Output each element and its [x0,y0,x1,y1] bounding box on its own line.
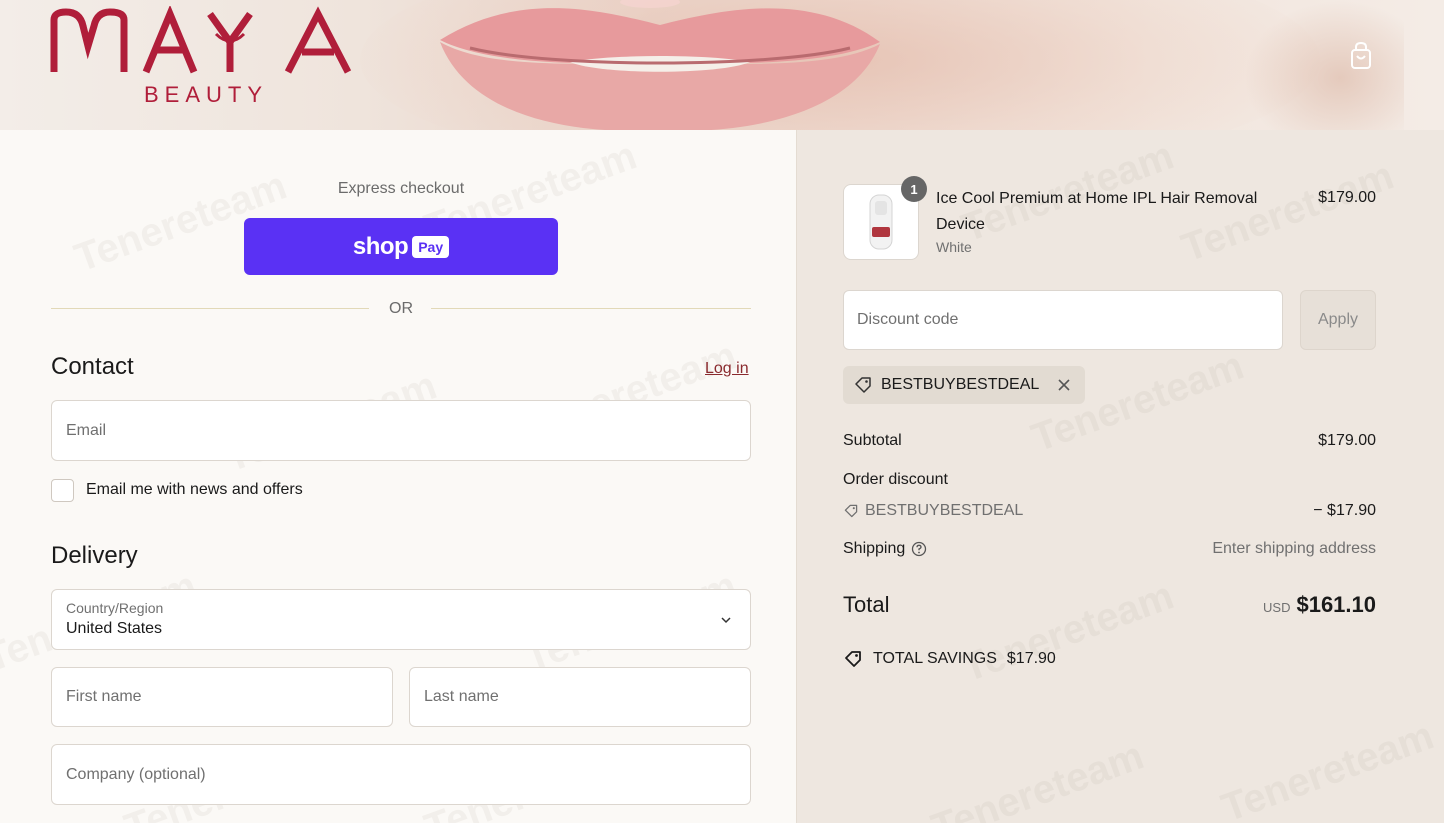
product-name: Ice Cool Premium at Home IPL Hair Remova… [936,190,1258,233]
email-field[interactable]: Email [51,400,751,461]
subtotal-row: Subtotal $179.00 [843,432,1376,450]
shipping-label: Shipping [843,540,906,557]
order-summary-column: Tenereteam Tenereteam Tenereteam Teneret… [797,130,1444,823]
savings-value: $17.90 [1006,650,1056,667]
company-placeholder: Company (optional) [66,765,206,783]
maya-logo[interactable]: BEAUTY [50,6,360,110]
newsletter-checkbox[interactable] [51,478,74,502]
shipping-value: Enter shipping address [1212,540,1376,557]
help-circle-icon[interactable] [911,541,927,557]
product-variant: White [936,239,972,255]
total-savings: TOTAL SAVINGS $17.90 [843,649,1056,669]
chevron-down-icon [721,617,731,624]
order-discount-code: BESTBUYBESTDEAL [843,502,1023,520]
shop-pay-chip: Pay [412,235,450,258]
discount-placeholder: Discount code [857,311,959,328]
header-banner: BEAUTY [0,0,1444,130]
total-label: Total [843,592,890,617]
tag-icon [844,504,858,518]
applied-code-text: BESTBUYBESTDEAL [881,376,1040,393]
watermark: Tenereteam [925,733,1150,823]
savings-tag-icon [845,651,861,667]
last-name-field[interactable]: Last name [409,667,751,727]
company-field[interactable]: Company (optional) [51,744,751,805]
divider-line-left [51,308,369,309]
savings-label: TOTAL SAVINGS [873,650,997,667]
total-currency: USD [1263,600,1291,615]
watermark: Tenereteam [1215,713,1440,823]
remove-discount-icon[interactable] [1057,378,1071,392]
shipping-row: Shipping Enter shipping address [843,540,1376,558]
express-checkout-label: Express checkout [337,180,465,197]
last-name-placeholder: Last name [424,688,499,705]
newsletter-label: Email me with news and offers [86,481,303,498]
logo-beauty-text: BEAUTY [144,82,268,107]
newsletter-option[interactable]: Email me with news and offers [51,478,303,502]
order-discount-code-text: BESTBUYBESTDEAL [865,502,1024,519]
divider-line-right [431,308,751,309]
shopping-bag-icon[interactable] [1346,40,1376,72]
tag-icon [855,377,871,393]
apply-button[interactable]: Apply [1300,290,1376,350]
or-text: OR [389,300,413,317]
total-amount-group: USD $161.10 [1263,592,1376,618]
subtotal-value: $179.00 [1318,432,1376,449]
total-value: $161.10 [1296,592,1376,617]
contact-heading: Contact [51,353,134,380]
email-placeholder: Email [66,421,107,439]
country-value: United States [66,620,163,637]
order-discount-label: Order discount [843,471,948,488]
order-discount-code-row: BESTBUYBESTDEAL − $17.90 [843,502,1376,524]
banner-lips-image [440,0,880,130]
subtotal-label: Subtotal [843,432,902,449]
product-price: $179.00 [1318,189,1376,206]
country-select[interactable]: Country/Region United States [51,589,751,650]
shop-pay-button[interactable]: shop Pay [244,218,558,275]
shipping-label-group: Shipping [843,540,927,558]
country-label: Country/Region [66,600,164,616]
login-link[interactable]: Log in [705,360,749,378]
delivery-heading: Delivery [51,542,138,569]
order-discount-row: Order discount [843,471,1376,489]
applied-discount-chip: BESTBUYBESTDEAL [843,366,1086,404]
order-discount-value: − $17.90 [1313,502,1376,519]
or-divider: OR [51,300,751,317]
first-name-field[interactable]: First name [51,667,393,727]
quantity-badge: 1 [901,176,927,202]
shop-pay-wordmark: shop [352,232,409,260]
total-row: Total USD $161.10 [843,592,1376,622]
banner-fingers-image [1244,0,1404,130]
checkout-form-column: Tenereteam Tenereteam Tenereteam Teneret… [0,130,797,823]
discount-code-input[interactable]: Discount code [843,290,1283,350]
first-name-placeholder: First name [66,688,142,705]
